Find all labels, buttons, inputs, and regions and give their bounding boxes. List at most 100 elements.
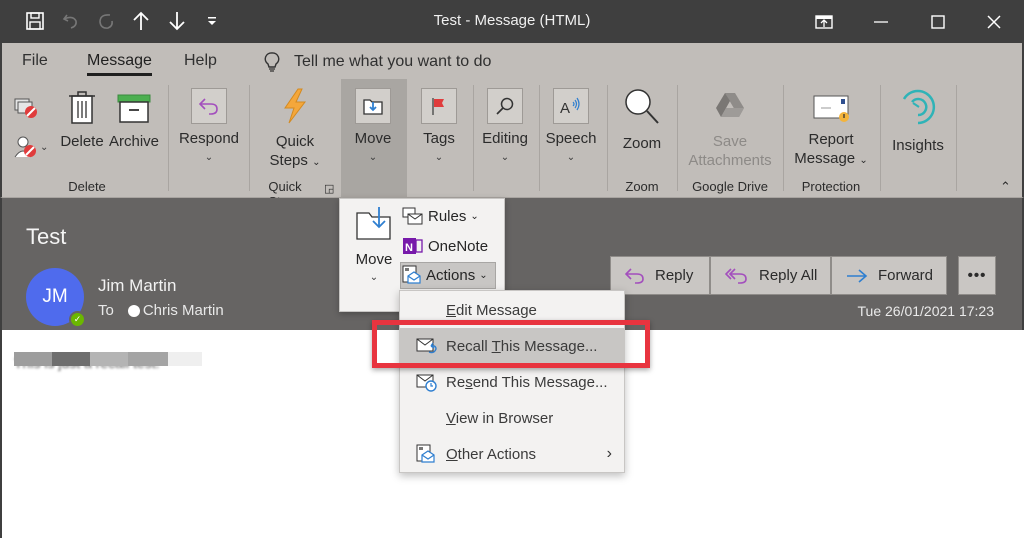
- respond-label: Respond: [178, 130, 240, 147]
- menu-item-label: Edit Message: [446, 301, 537, 319]
- forward-arrow-icon: [847, 268, 868, 283]
- collapse-ribbon-icon[interactable]: ⌃: [1000, 177, 1011, 196]
- chevron-down-icon: ⌄: [368, 152, 378, 163]
- editing-label: Editing: [482, 130, 528, 147]
- recipient-name[interactable]: Chris Martin: [143, 302, 224, 319]
- quick-steps-button[interactable]: Quick Steps ⌄: [264, 87, 326, 172]
- archive-icon: [117, 94, 151, 123]
- reply-all-button[interactable]: Reply All: [710, 256, 831, 295]
- redaction-block: [128, 352, 168, 366]
- chevron-down-icon: ⌄: [566, 152, 576, 163]
- to-label: To: [98, 302, 114, 319]
- respond-button[interactable]: Respond ⌄: [178, 129, 240, 167]
- onenote-icon: N: [403, 238, 423, 254]
- menu-item-resend-this-message[interactable]: Resend This Message...: [400, 364, 624, 400]
- forward-button[interactable]: Forward: [831, 256, 947, 295]
- magnifier-icon: [625, 89, 659, 124]
- lightning-icon: [284, 88, 307, 124]
- highlight-annotation-box: [372, 320, 650, 368]
- title-bar: Test - Message (HTML): [0, 0, 1024, 43]
- message-subject: Test: [26, 224, 67, 249]
- forward-label: Forward: [878, 267, 934, 284]
- read-aloud-icon: A: [560, 97, 580, 116]
- reply-label: Reply: [655, 267, 694, 284]
- svg-text:N: N: [405, 242, 413, 254]
- message-date: Tue 26/01/2021 17:23: [857, 303, 995, 319]
- ribbon-tabs: File Message Help Tell me what you want …: [0, 43, 1024, 79]
- google-drive-icon: [716, 93, 744, 117]
- onenote-button[interactable]: N OneNote: [402, 236, 488, 256]
- other-actions-icon: [416, 444, 435, 463]
- trash-icon: [69, 91, 95, 124]
- save-attachments-button[interactable]: Save Attachments: [682, 91, 778, 170]
- zoom-button[interactable]: Zoom: [614, 87, 670, 153]
- actions-icon: [402, 265, 421, 284]
- tab-help[interactable]: Help: [184, 52, 217, 70]
- block-sender-button[interactable]: ⌄: [14, 135, 48, 159]
- flag-icon: [432, 98, 444, 115]
- editing-button[interactable]: Editing ⌄: [474, 129, 536, 167]
- menu-item-label: Other Actions: [446, 445, 537, 463]
- report-message-button[interactable]: Report Message ⌄: [788, 93, 874, 170]
- speech-label: Speech: [545, 130, 597, 147]
- quick-steps-dialog-launcher-icon[interactable]: ◲: [324, 180, 334, 199]
- ignore-button[interactable]: [14, 97, 38, 124]
- menu-item-label: View in Browser: [446, 409, 554, 427]
- move-to-folder-button[interactable]: Move ⌄: [354, 205, 394, 283]
- tab-file[interactable]: File: [22, 52, 48, 70]
- group-label-delete: Delete: [68, 179, 106, 194]
- close-icon[interactable]: [966, 0, 1022, 43]
- chevron-down-icon: ⌄: [434, 152, 444, 163]
- reply-button[interactable]: Reply: [610, 256, 710, 295]
- archive-button[interactable]: Archive: [108, 89, 160, 151]
- ribbon-display-options-icon[interactable]: [796, 0, 852, 43]
- group-label-protection: Protection: [801, 179, 861, 194]
- chevron-down-icon: ⌄: [204, 152, 214, 163]
- move-icon-box: [355, 88, 391, 124]
- zoom-label: Zoom: [622, 135, 662, 152]
- insights-button[interactable]: Insights: [886, 87, 950, 155]
- reply-all-icon: [725, 267, 747, 284]
- rules-label: Rules: [428, 207, 467, 225]
- svg-text:A: A: [560, 100, 570, 116]
- redaction-block: [168, 352, 202, 366]
- move-folder-icon: [363, 99, 383, 115]
- save-attachments-label-1: Save: [712, 133, 748, 150]
- presence-available-icon: ✓: [69, 311, 86, 328]
- rules-button[interactable]: Rules ⌄: [402, 207, 479, 225]
- move-label: Move: [354, 130, 392, 147]
- separator: [880, 85, 881, 191]
- delete-button[interactable]: Delete: [59, 89, 105, 151]
- group-label-google-drive: Google Drive: [692, 179, 768, 194]
- delete-label: Delete: [60, 133, 104, 150]
- minimize-icon[interactable]: [853, 0, 909, 43]
- tell-me-search[interactable]: Tell me what you want to do: [264, 52, 491, 72]
- chevron-right-icon: ›: [606, 445, 612, 462]
- move-button[interactable]: Move ⌄: [342, 129, 404, 167]
- reply-icon: [198, 98, 218, 115]
- maximize-icon[interactable]: [910, 0, 966, 43]
- separator: [956, 85, 957, 191]
- sender-name[interactable]: Jim Martin: [98, 276, 176, 296]
- presence-dot-icon: [127, 304, 140, 317]
- actions-menu: Edit Message Recall This Message... Rese…: [399, 290, 625, 473]
- search-icon: [496, 97, 514, 115]
- chevron-down-icon: ⌄: [500, 152, 510, 163]
- insights-icon: [902, 89, 936, 125]
- reply-icon: [625, 267, 644, 284]
- menu-item-view-in-browser[interactable]: View in Browser: [400, 400, 624, 436]
- tags-label: Tags: [423, 130, 455, 147]
- separator: [249, 85, 250, 191]
- speech-button[interactable]: Speech ⌄: [540, 129, 602, 167]
- separator: [677, 85, 678, 191]
- lightbulb-icon: [264, 52, 280, 72]
- rules-icon: [402, 207, 423, 225]
- more-actions-button[interactable]: •••: [958, 256, 996, 295]
- actions-button[interactable]: Actions ⌄: [402, 265, 488, 285]
- menu-item-other-actions[interactable]: Other Actions ›: [400, 436, 624, 472]
- separator: [607, 85, 608, 191]
- tags-button[interactable]: Tags ⌄: [408, 129, 470, 167]
- tab-message[interactable]: Message: [87, 52, 152, 76]
- quick-steps-label-2: Steps: [269, 152, 308, 169]
- resend-message-icon: [416, 374, 437, 392]
